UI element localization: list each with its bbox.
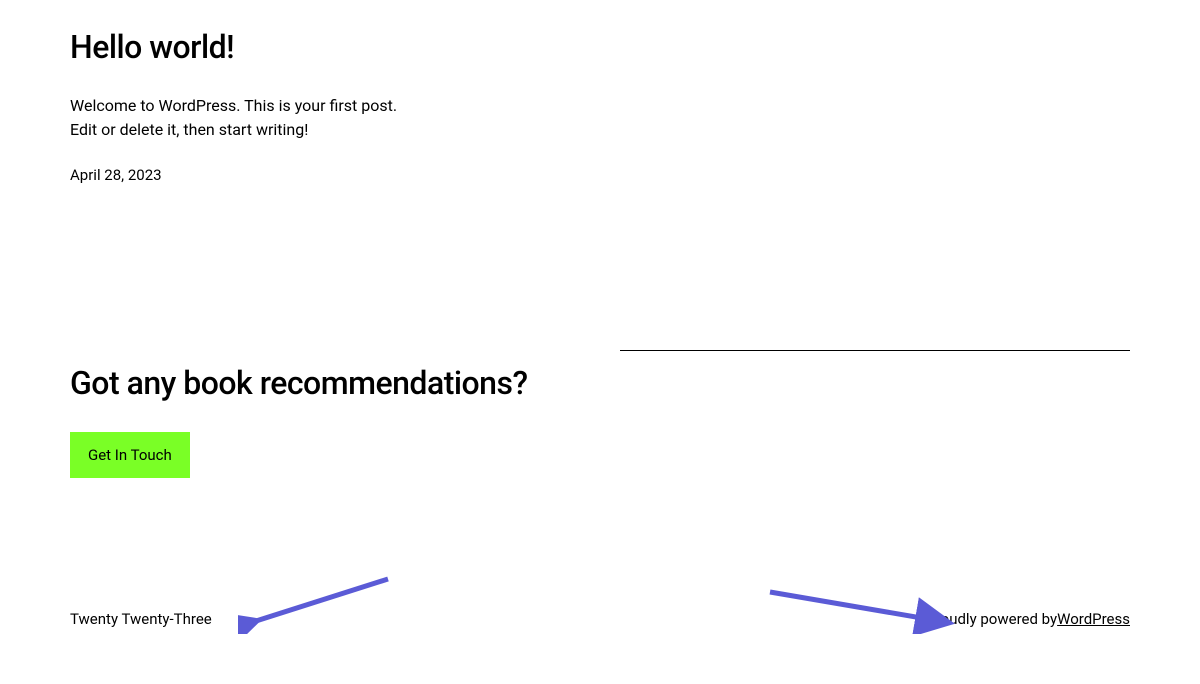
post-excerpt-line1: Welcome to WordPress. This is your first…: [70, 94, 1130, 118]
cta-section: Got any book recommendations? Get In Tou…: [70, 364, 1130, 478]
divider-line: [620, 350, 1130, 351]
get-in-touch-button[interactable]: Get In Touch: [70, 432, 190, 478]
page-container: Hello world! Welcome to WordPress. This …: [0, 0, 1200, 684]
powered-by-text: Proudly powered by: [926, 610, 1057, 628]
footer-credit: Proudly powered by WordPress: [926, 610, 1130, 628]
cta-heading: Got any book recommendations?: [70, 364, 580, 402]
post-excerpt: Welcome to WordPress. This is your first…: [70, 94, 1130, 142]
footer: Twenty Twenty-Three Proudly powered by W…: [70, 610, 1130, 628]
post-excerpt-line2: Edit or delete it, then start writing!: [70, 118, 1130, 142]
footer-theme-name[interactable]: Twenty Twenty-Three: [70, 610, 212, 628]
cta-left: Got any book recommendations? Get In Tou…: [70, 364, 580, 478]
post-title[interactable]: Hello world!: [70, 28, 1130, 66]
wordpress-link[interactable]: WordPress: [1057, 610, 1130, 628]
post-date: April 28, 2023: [70, 166, 1130, 184]
